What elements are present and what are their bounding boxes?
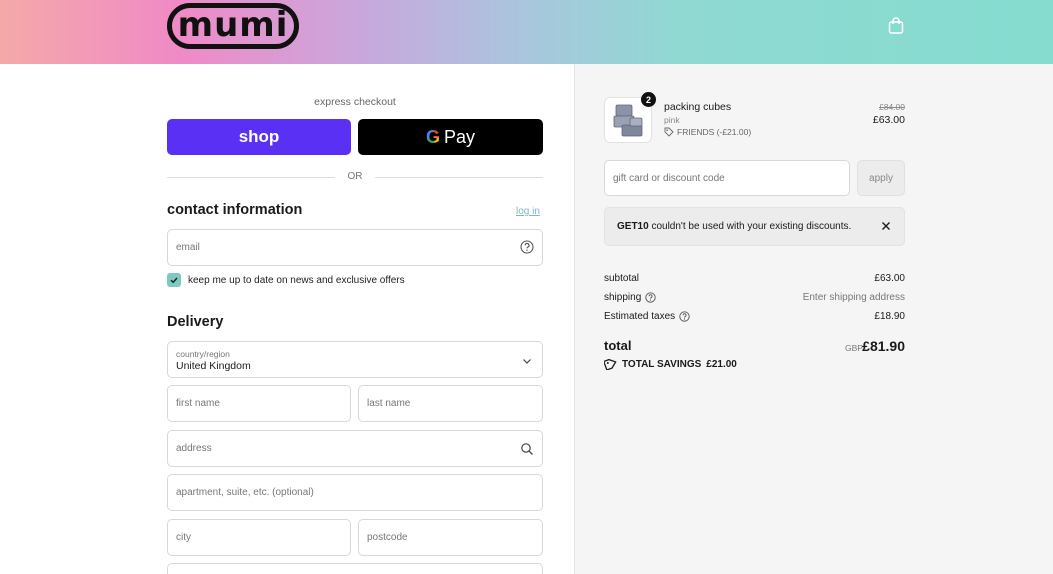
- shopping-bag-icon[interactable]: [888, 17, 904, 34]
- shipping-row: shipping Enter shipping address: [604, 292, 905, 306]
- country-value: United Kingdom: [176, 360, 251, 372]
- shop-pay-label: shop: [238, 127, 280, 146]
- total-amount: £81.90: [862, 338, 905, 354]
- address-placeholder: address: [176, 443, 212, 454]
- apply-discount-button[interactable]: apply: [857, 160, 905, 196]
- logo-text: mumi: [177, 4, 289, 45]
- product-discount: FRIENDS (-£21.00): [664, 127, 751, 137]
- subtotal-label: subtotal: [604, 273, 640, 284]
- search-icon[interactable]: [520, 442, 534, 456]
- last-name-field[interactable]: last name: [358, 385, 543, 422]
- newsletter-checkbox[interactable]: [167, 273, 181, 287]
- email-field[interactable]: email: [167, 229, 543, 266]
- discount-error-message: GET10 couldn't be used with your existin…: [617, 221, 851, 232]
- google-pay-label: Pay: [443, 126, 476, 147]
- help-circle-icon[interactable]: [520, 240, 534, 254]
- city-field[interactable]: city: [167, 519, 351, 556]
- total-currency: GBP: [845, 343, 863, 353]
- email-placeholder: email: [176, 242, 200, 253]
- postcode-placeholder: postcode: [367, 532, 408, 543]
- tag-icon: [604, 358, 617, 370]
- apartment-placeholder: apartment, suite, etc. (optional): [176, 487, 314, 498]
- help-circle-icon[interactable]: [645, 292, 656, 303]
- shop-pay-button[interactable]: shop: [167, 119, 351, 155]
- first-name-placeholder: first name: [176, 398, 220, 409]
- discount-error-text: couldn't be used with your existing disc…: [648, 221, 852, 232]
- help-circle-icon[interactable]: [679, 311, 690, 322]
- or-divider: OR: [167, 171, 543, 183]
- checkmark-icon: [170, 277, 178, 284]
- total-savings: TOTAL SAVINGS £21.00: [604, 358, 737, 370]
- quantity-badge: 2: [641, 92, 656, 107]
- close-icon[interactable]: [880, 220, 892, 232]
- discount-error-notice: GET10 couldn't be used with your existin…: [604, 207, 905, 246]
- chevron-down-icon: [523, 359, 531, 364]
- header-banner: mumi: [0, 0, 1053, 64]
- or-label: OR: [347, 171, 363, 182]
- total-label: total: [604, 338, 632, 353]
- product-name: packing cubes: [664, 101, 732, 113]
- delivery-title: Delivery: [167, 314, 224, 330]
- discount-code-placeholder: gift card or discount code: [613, 173, 725, 184]
- taxes-value: £18.90: [874, 311, 905, 322]
- last-name-placeholder: last name: [367, 398, 411, 409]
- google-pay-button[interactable]: G Pay: [358, 119, 543, 155]
- apartment-field[interactable]: apartment, suite, etc. (optional): [167, 474, 543, 511]
- discount-code-input[interactable]: gift card or discount code: [604, 160, 850, 196]
- taxes-label: Estimated taxes: [604, 311, 676, 322]
- savings-value: £21.00: [706, 358, 737, 370]
- newsletter-label: keep me up to date on news and exclusive…: [188, 275, 405, 286]
- country-select[interactable]: country/region United Kingdom: [167, 341, 543, 378]
- savings-label: TOTAL SAVINGS: [622, 358, 702, 370]
- product-discount-label: FRIENDS (-£21.00): [677, 127, 752, 137]
- brand-logo[interactable]: mumi: [167, 3, 299, 49]
- google-g-icon: G: [425, 126, 440, 147]
- address-field[interactable]: address: [167, 430, 543, 467]
- shipping-label: shipping: [604, 292, 642, 303]
- city-placeholder: city: [176, 532, 191, 543]
- contact-information-title: contact information: [167, 202, 303, 218]
- postcode-field[interactable]: postcode: [358, 519, 543, 556]
- subtotal-value: £63.00: [874, 273, 905, 284]
- country-label: country/region: [176, 349, 230, 359]
- first-name-field[interactable]: first name: [167, 385, 351, 422]
- shipping-value: Enter shipping address: [802, 292, 905, 303]
- product-price: £63.00: [872, 114, 905, 126]
- login-link[interactable]: log in: [516, 206, 540, 217]
- taxes-row: Estimated taxes £18.90: [604, 311, 905, 325]
- product-variant: pink: [664, 115, 680, 125]
- discount-error-code: GET10: [617, 221, 649, 232]
- subtotal-row: subtotal £63.00: [604, 273, 905, 287]
- phone-field[interactable]: [167, 563, 543, 574]
- tag-icon: [664, 127, 674, 137]
- product-original-price: £84.00: [879, 102, 905, 112]
- express-checkout-label: express checkout: [314, 96, 396, 108]
